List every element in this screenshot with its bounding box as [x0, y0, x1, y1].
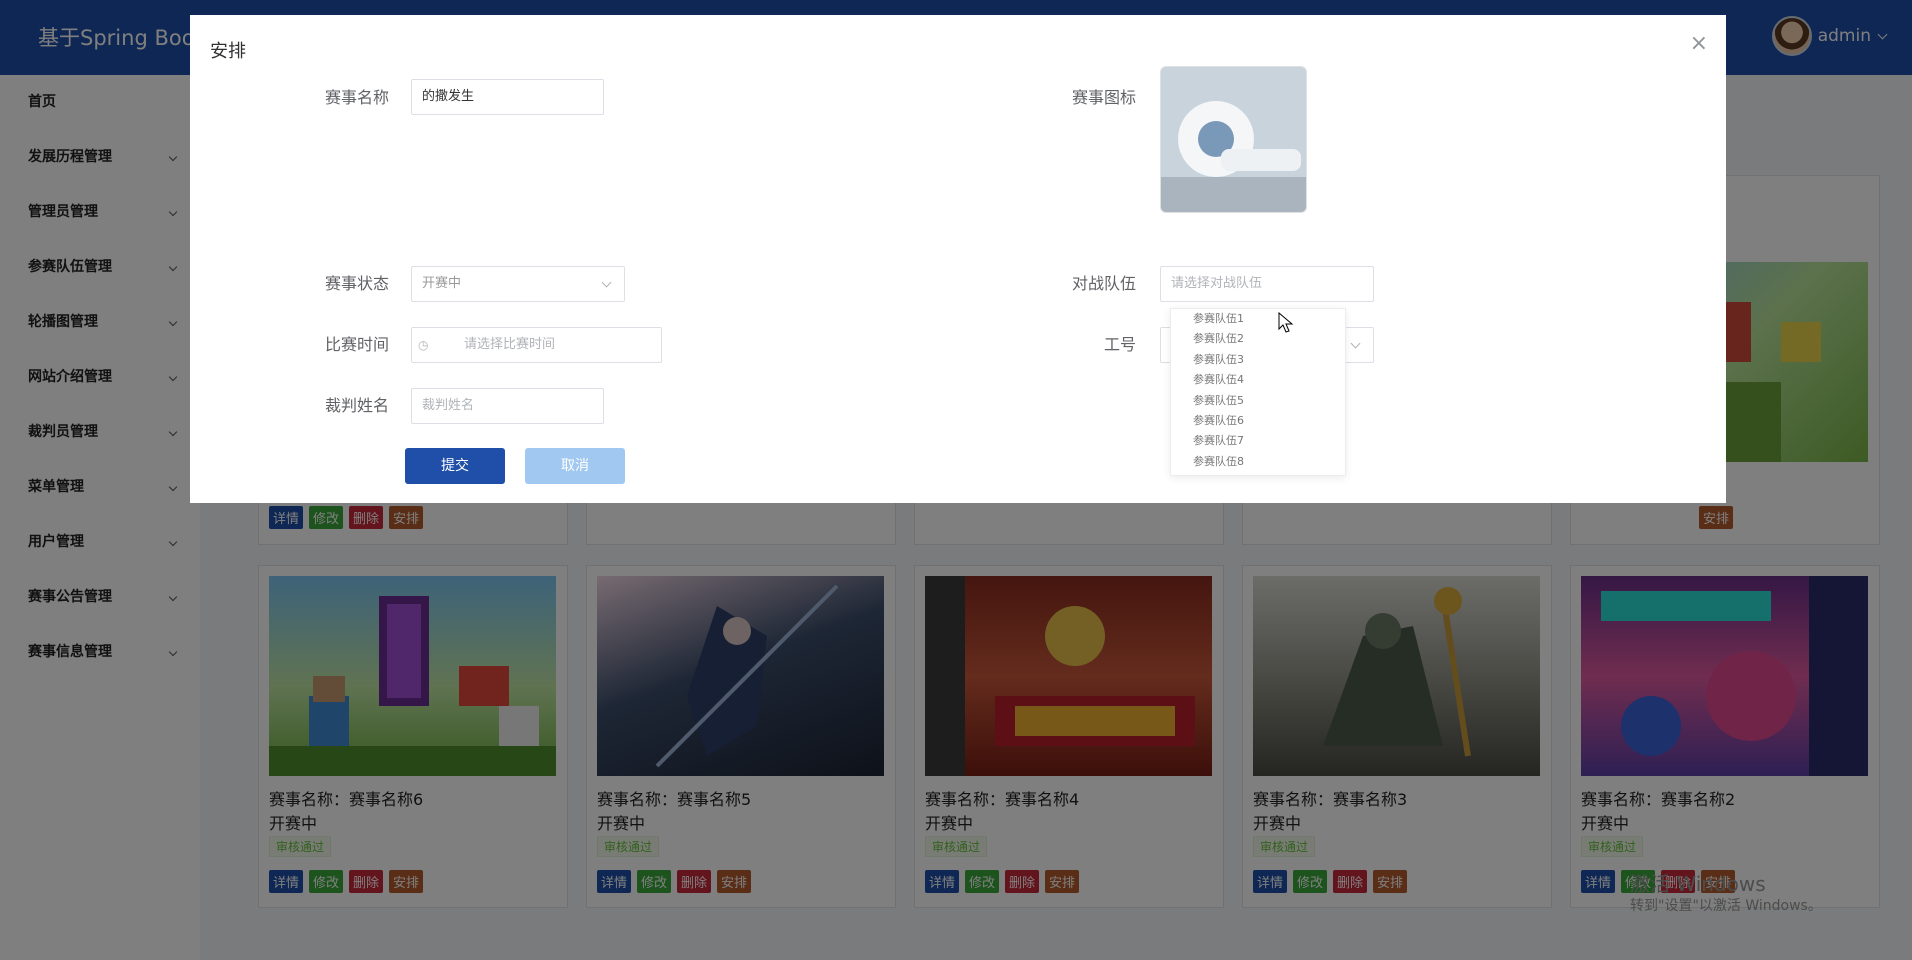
- event-icon-label: 赛事图标: [1072, 88, 1137, 107]
- opponent-team-label: 对战队伍: [1072, 274, 1137, 293]
- arrange-dialog: 安排 × 赛事名称 的撒发生 赛事图标 赛事状态 开赛中 对战队伍 请选择对战队…: [190, 15, 1726, 503]
- dialog-title: 安排: [210, 41, 246, 62]
- team-option[interactable]: 参赛队伍3: [1171, 350, 1345, 370]
- event-name-input[interactable]: 的撒发生: [411, 79, 604, 115]
- team-dropdown: 参赛队伍1 参赛队伍2 参赛队伍3 参赛队伍4 参赛队伍5 参赛队伍6 参赛队伍…: [1170, 308, 1346, 476]
- job-number-label: 工号: [1104, 335, 1137, 354]
- match-time-placeholder: 请选择比赛时间: [464, 337, 556, 352]
- close-icon[interactable]: ×: [1690, 33, 1708, 55]
- team-option[interactable]: 参赛队伍4: [1171, 370, 1345, 390]
- event-status-label: 赛事状态: [325, 274, 390, 293]
- chevron-down-icon: [601, 277, 612, 288]
- chevron-down-icon: [1350, 338, 1361, 349]
- match-time-picker[interactable]: ◷ 请选择比赛时间: [411, 327, 662, 363]
- referee-name-placeholder: 裁判姓名: [422, 398, 475, 413]
- match-time-label: 比赛时间: [325, 335, 390, 354]
- event-icon-image[interactable]: [1160, 66, 1307, 213]
- team-option[interactable]: 参赛队伍1: [1171, 309, 1345, 329]
- team-option[interactable]: 参赛队伍2: [1171, 329, 1345, 349]
- clock-icon: ◷: [418, 338, 429, 352]
- referee-name-input[interactable]: 裁判姓名: [411, 388, 604, 424]
- opponent-team-select[interactable]: 请选择对战队伍: [1160, 266, 1374, 302]
- cancel-button[interactable]: 取消: [525, 448, 625, 484]
- event-status-select[interactable]: 开赛中: [411, 266, 625, 302]
- referee-name-label: 裁判姓名: [325, 396, 390, 415]
- mouse-cursor-icon: [1278, 312, 1294, 333]
- event-status-value: 开赛中: [422, 276, 462, 291]
- opponent-team-placeholder: 请选择对战队伍: [1171, 276, 1263, 291]
- team-option[interactable]: 参赛队伍7: [1171, 431, 1345, 451]
- team-option[interactable]: 参赛队伍6: [1171, 411, 1345, 431]
- team-option[interactable]: 参赛队伍5: [1171, 391, 1345, 411]
- submit-button[interactable]: 提交: [405, 448, 505, 484]
- event-name-label: 赛事名称: [325, 88, 390, 107]
- team-option[interactable]: 参赛队伍8: [1171, 452, 1345, 472]
